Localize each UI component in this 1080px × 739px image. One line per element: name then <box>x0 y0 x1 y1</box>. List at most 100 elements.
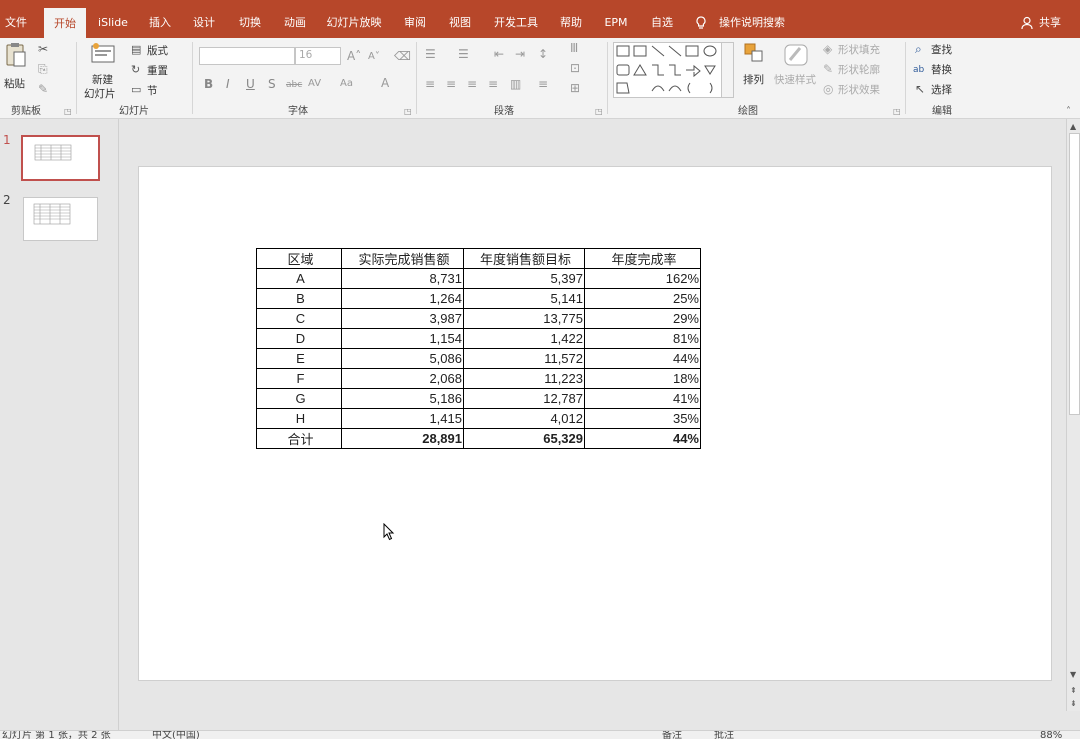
table-cell[interactable]: 5,141 <box>463 288 585 309</box>
table-cell[interactable]: 5,397 <box>463 268 585 289</box>
column-icon[interactable]: ≡ <box>538 78 548 90</box>
replace-button[interactable]: 替换 <box>931 62 952 77</box>
align-right-icon[interactable]: ≡ <box>467 78 477 90</box>
share-button[interactable]: 共享 <box>1036 6 1064 38</box>
table-header[interactable]: 年度销售额目标 <box>463 248 585 269</box>
shape-fill-button[interactable]: 形状填充 <box>838 42 880 57</box>
shadow-icon[interactable]: S <box>268 78 276 90</box>
cut-icon[interactable]: ✂ <box>38 43 48 55</box>
reset-button[interactable]: 重置 <box>147 63 168 78</box>
table-cell[interactable]: 29% <box>584 308 701 329</box>
tab-animations[interactable]: 动画 <box>277 6 313 38</box>
shape-effects-button[interactable]: 形状效果 <box>838 82 880 97</box>
numbering-icon[interactable]: ☰ <box>458 48 469 60</box>
dialog-launcher-icon[interactable]: ◳ <box>595 106 603 118</box>
table-cell[interactable]: G <box>256 388 342 409</box>
table-cell[interactable]: 11,223 <box>463 368 585 389</box>
table-cell[interactable]: 81% <box>584 328 701 349</box>
table-cell[interactable]: C <box>256 308 342 329</box>
table-cell[interactable]: 44% <box>584 348 701 369</box>
table-cell[interactable]: 合计 <box>256 428 342 449</box>
tell-me-search[interactable]: 操作说明搜索 <box>716 6 788 38</box>
scrollbar-thumb[interactable] <box>1069 133 1080 415</box>
paste-button[interactable]: 粘贴 <box>4 42 28 96</box>
strikethrough-icon[interactable]: abc <box>286 79 302 91</box>
table-cell[interactable]: A <box>256 268 342 289</box>
scroll-down-icon[interactable]: ▼ <box>1070 669 1076 681</box>
quick-styles-button[interactable]: 快速样式 <box>774 42 818 98</box>
table-cell[interactable]: E <box>256 348 342 369</box>
tab-custom[interactable]: 自选 <box>644 6 680 38</box>
table-cell[interactable]: 65,329 <box>463 428 585 449</box>
table-cell[interactable]: 12,787 <box>463 388 585 409</box>
tab-transitions[interactable]: 切换 <box>232 6 268 38</box>
tab-developer[interactable]: 开发工具 <box>488 6 544 38</box>
change-case-icon[interactable]: Aa <box>340 78 353 90</box>
decrease-font-icon[interactable]: A˅ <box>368 51 380 63</box>
table-cell[interactable]: 8,731 <box>341 268 464 289</box>
tab-view[interactable]: 视图 <box>442 6 478 38</box>
slide-thumbnail-1[interactable] <box>21 135 100 181</box>
decrease-indent-icon[interactable]: ⇤ <box>494 48 504 60</box>
italic-icon[interactable]: I <box>226 78 230 90</box>
vertical-scrollbar[interactable]: ▲ ▼ ⇞ ⇟ <box>1066 119 1080 711</box>
slide-thumbnail-2[interactable] <box>23 197 98 241</box>
text-direction-icon[interactable]: Ⅲ <box>570 42 578 54</box>
previous-slide-icon[interactable]: ⇞ <box>1070 685 1077 697</box>
line-spacing-icon[interactable]: ↕ <box>538 48 548 60</box>
table-header[interactable]: 区域 <box>256 248 342 269</box>
table-cell[interactable]: 18% <box>584 368 701 389</box>
tab-islide[interactable]: iSlide <box>94 6 132 38</box>
dialog-launcher-icon[interactable]: ◳ <box>893 106 901 118</box>
char-spacing-icon[interactable]: AV <box>308 78 321 90</box>
table-cell[interactable]: 1,154 <box>341 328 464 349</box>
dialog-launcher-icon[interactable]: ◳ <box>404 106 412 118</box>
dialog-launcher-icon[interactable]: ◳ <box>64 106 72 118</box>
table-cell[interactable]: B <box>256 288 342 309</box>
new-slide-button[interactable]: 新建 幻灯片 <box>82 42 126 100</box>
increase-indent-icon[interactable]: ⇥ <box>515 48 525 60</box>
section-button[interactable]: 节 <box>147 83 158 98</box>
underline-icon[interactable]: U <box>246 78 255 90</box>
table-cell[interactable]: 5,186 <box>341 388 464 409</box>
table-cell[interactable]: 4,012 <box>463 408 585 429</box>
tab-slideshow[interactable]: 幻灯片放映 <box>322 6 386 38</box>
table-cell[interactable]: F <box>256 368 342 389</box>
smartart-icon[interactable]: ⊞ <box>570 82 580 94</box>
tab-help[interactable]: 帮助 <box>553 6 589 38</box>
table-cell[interactable]: 162% <box>584 268 701 289</box>
clear-format-icon[interactable]: ⌫ <box>394 50 411 62</box>
bold-icon[interactable]: B <box>204 78 213 90</box>
table-cell[interactable]: 11,572 <box>463 348 585 369</box>
shape-outline-button[interactable]: 形状轮廓 <box>838 62 880 77</box>
find-button[interactable]: 查找 <box>931 42 952 57</box>
tab-home[interactable]: 开始 <box>44 8 86 38</box>
tab-review[interactable]: 审阅 <box>397 6 433 38</box>
align-text-icon[interactable]: ⊡ <box>570 62 580 74</box>
select-button[interactable]: 选择 <box>931 82 952 97</box>
table-cell[interactable]: 13,775 <box>463 308 585 329</box>
next-slide-icon[interactable]: ⇟ <box>1070 698 1077 710</box>
table-cell[interactable]: 28,891 <box>341 428 464 449</box>
increase-font-icon[interactable]: A˄ <box>347 50 361 62</box>
collapse-ribbon-icon[interactable]: ˄ <box>1066 106 1071 118</box>
font-size-dropdown[interactable]: 16 <box>295 47 341 65</box>
tab-epm[interactable]: EPM <box>598 6 634 38</box>
table-cell[interactable]: 1,264 <box>341 288 464 309</box>
align-center-icon[interactable]: ≡ <box>446 78 456 90</box>
columns-icon[interactable]: ▥ <box>510 78 521 90</box>
tab-insert[interactable]: 插入 <box>142 6 178 38</box>
table-cell[interactable]: 3,987 <box>341 308 464 329</box>
table-cell[interactable]: 35% <box>584 408 701 429</box>
table-cell[interactable]: 2,068 <box>341 368 464 389</box>
table-cell[interactable]: 41% <box>584 388 701 409</box>
table-cell[interactable]: D <box>256 328 342 349</box>
font-name-dropdown[interactable] <box>199 47 295 65</box>
bullets-icon[interactable]: ☰ <box>425 48 436 60</box>
shapes-gallery-scroll[interactable] <box>721 42 734 98</box>
table-header[interactable]: 年度完成率 <box>584 248 701 269</box>
table-cell[interactable]: 44% <box>584 428 701 449</box>
tab-file[interactable]: 文件 <box>0 6 32 38</box>
shapes-gallery[interactable] <box>613 42 734 98</box>
scroll-up-icon[interactable]: ▲ <box>1070 121 1076 133</box>
